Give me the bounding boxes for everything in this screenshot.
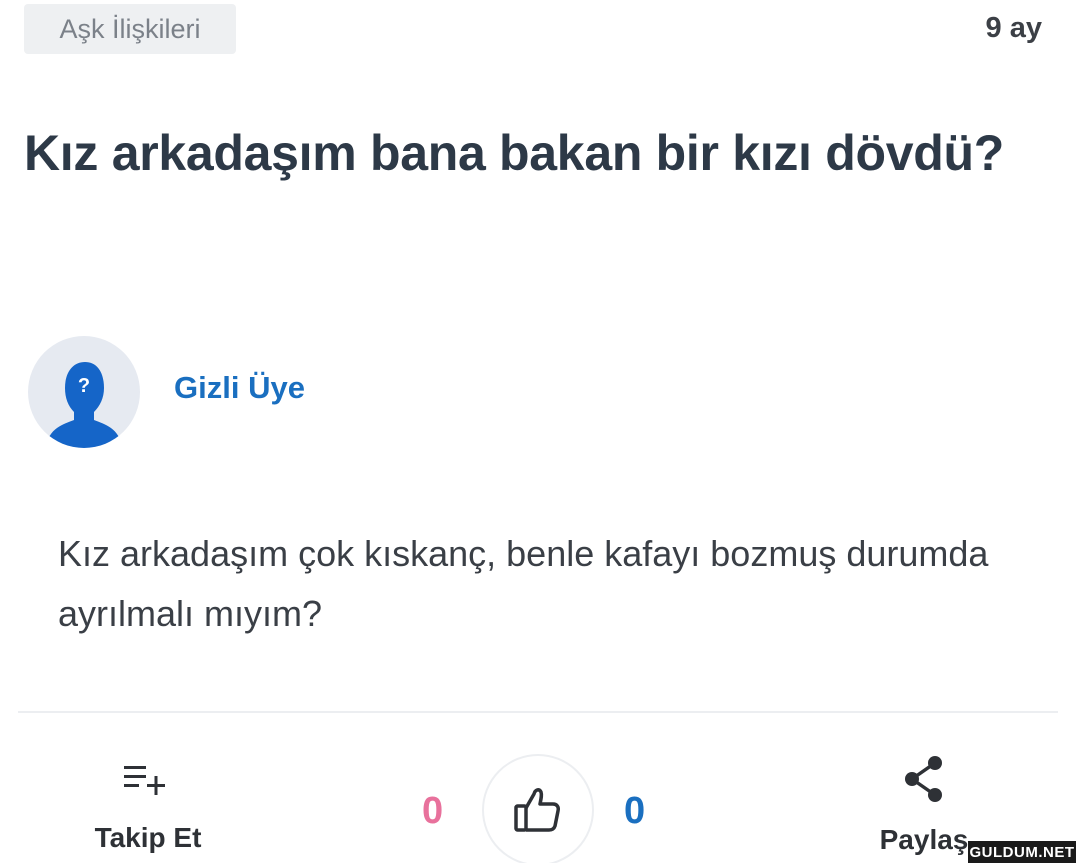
like-count: 0 [624,790,646,832]
divider [18,711,1058,713]
dislike-count: 0 [422,790,444,832]
follow-button[interactable]: Takip Et [78,760,218,860]
like-button[interactable] [482,754,594,863]
question-title: Kız arkadaşım bana bakan bir kızı dövdü? [24,125,1004,181]
category-tag[interactable]: Aşk İlişkileri [24,4,236,54]
thumbs-up-icon [514,788,560,832]
avatar-question-mark: ? [78,375,90,397]
question-page: Aşk İlişkileri 9 ay Kız arkadaşım bana b… [0,0,1076,863]
add-to-list-icon [124,766,165,795]
question-body: Kız arkadaşım çok kıskanç, benle kafayı … [58,533,989,634]
anonymous-user-icon[interactable]: ? [28,336,140,448]
share-icon [905,756,942,802]
share-label: Paylaş [879,824,969,855]
follow-label: Takip Et [94,822,202,853]
post-age: 9 ay [985,12,1042,44]
watermark: GULDUM.NET [968,841,1076,863]
author-name[interactable]: Gizli Üye [174,370,305,406]
